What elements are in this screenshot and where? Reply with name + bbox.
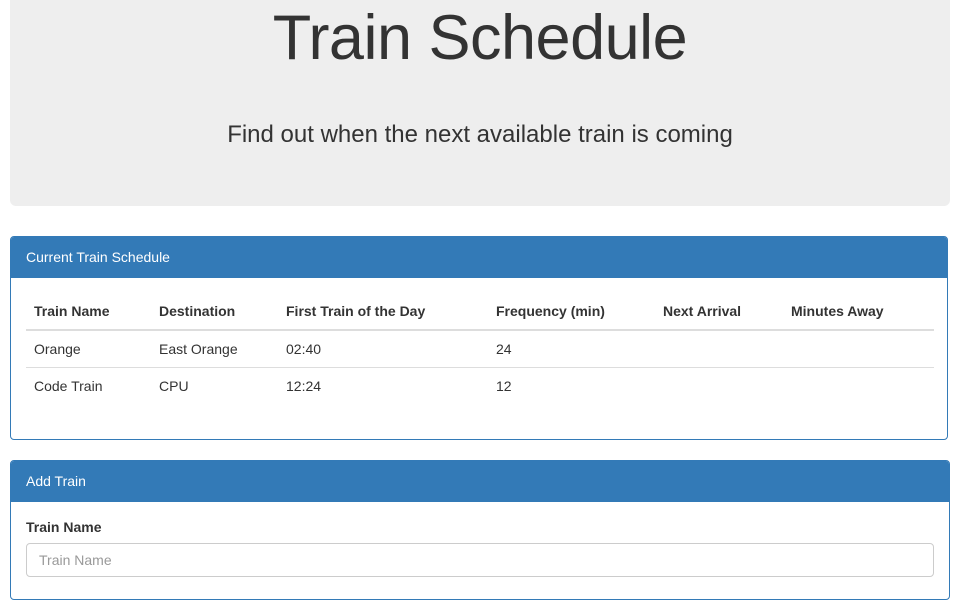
- page-title: Train Schedule: [272, 3, 688, 73]
- table-header-row: Train Name Destination First Train of th…: [26, 293, 934, 331]
- add-train-panel-heading: Add Train: [11, 461, 949, 502]
- column-header-minutes-away: Minutes Away: [783, 293, 934, 331]
- cell-train-name: Code Train: [34, 378, 103, 394]
- schedule-panel: Current Train Schedule Train Name Destin…: [10, 236, 948, 440]
- train-name-label: Train Name: [26, 519, 102, 535]
- cell-minutes-away: [783, 368, 934, 405]
- column-header-train-name: Train Name: [26, 293, 151, 331]
- column-header-frequency: Frequency (min): [488, 293, 655, 331]
- cell-destination: CPU: [159, 378, 189, 394]
- cell-first-train: 02:40: [278, 330, 488, 368]
- cell-first-train: 12:24: [286, 378, 322, 394]
- column-header-destination: Destination: [151, 293, 278, 331]
- cell-frequency: 24: [488, 330, 655, 368]
- cell-train-name: Orange: [26, 330, 151, 368]
- column-header-first-train: First Train of the Day: [278, 293, 488, 331]
- cell-minutes-away: [783, 330, 934, 368]
- schedule-table: Train Name Destination First Train of th…: [26, 293, 934, 404]
- cell-next-arrival: [655, 368, 783, 405]
- header-jumbotron: Train Schedule Find out when the next av…: [10, 0, 950, 206]
- train-name-input[interactable]: [26, 543, 934, 577]
- page-subtitle: Find out when the next available train i…: [227, 121, 733, 148]
- schedule-panel-heading: Current Train Schedule: [11, 237, 947, 278]
- cell-next-arrival: [655, 330, 783, 368]
- cell-destination: East Orange: [151, 330, 278, 368]
- table-row: Orange East Orange 02:40 24: [26, 330, 934, 368]
- add-train-panel: Add Train Train Name: [10, 460, 950, 600]
- table-row: Code Train CPU 12:24 12: [26, 368, 934, 405]
- cell-frequency: 12: [496, 378, 512, 394]
- column-header-next-arrival: Next Arrival: [655, 293, 783, 331]
